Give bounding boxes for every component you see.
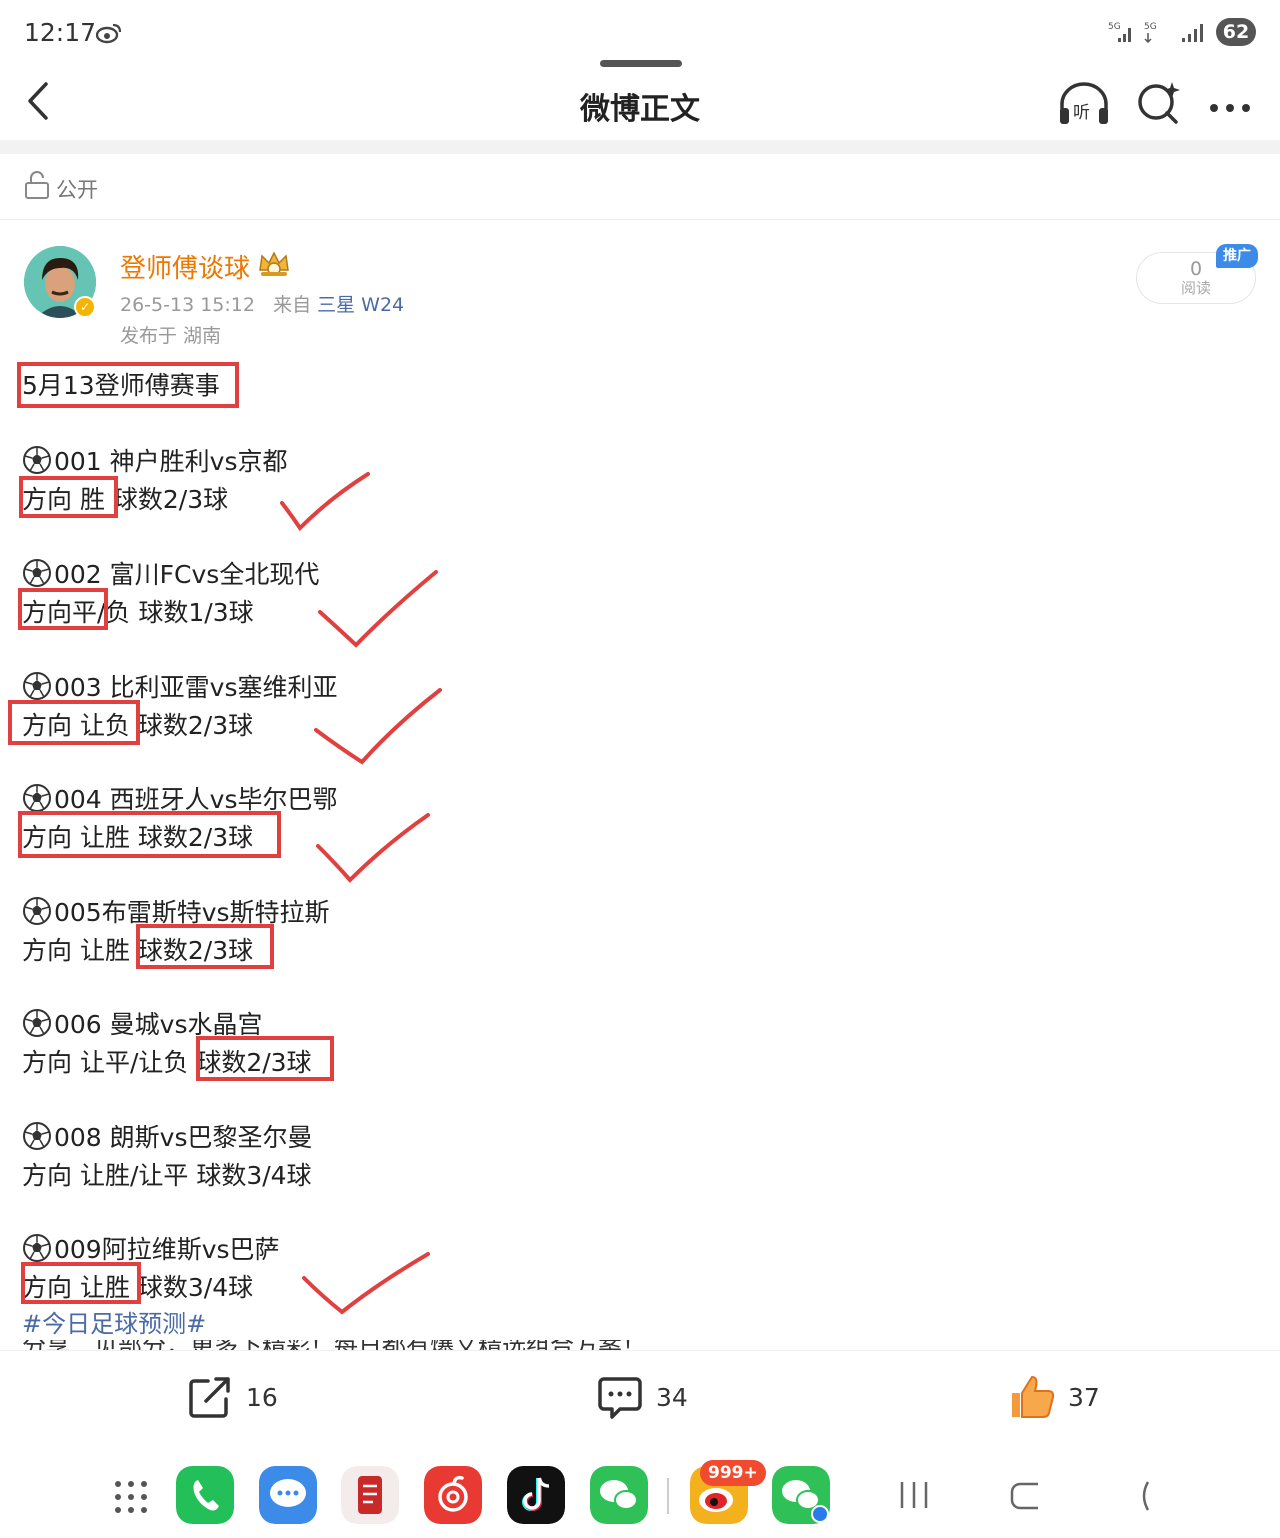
highlight-box	[17, 362, 239, 408]
highlight-box	[18, 811, 281, 858]
check-mark	[318, 570, 438, 648]
match-line: 002 富川FCvs全北现代	[22, 555, 319, 591]
read-label: 阅读	[1180, 279, 1211, 297]
highlight-box	[19, 476, 118, 518]
highlight-box	[18, 588, 108, 630]
post-timestamp: 26-5-13 15:12	[120, 294, 255, 316]
like-count: 37	[1068, 1382, 1100, 1412]
dock-divider	[667, 1478, 669, 1514]
listen-headphones-icon[interactable]: 听	[1056, 78, 1112, 128]
match-line: 009阿拉维斯vs巴萨	[22, 1230, 280, 1266]
match-line: 008 朗斯vs巴黎圣尔曼	[22, 1118, 313, 1154]
recent-apps-icon[interactable]	[898, 1480, 930, 1510]
check-mark	[302, 1252, 430, 1315]
back-nav-icon[interactable]	[1130, 1478, 1160, 1514]
phone-app-icon[interactable]	[176, 1466, 234, 1524]
search-icon[interactable]	[1132, 78, 1188, 128]
svg-text:5G: 5G	[1144, 22, 1157, 32]
drag-handle[interactable]	[600, 60, 682, 67]
post-meta: 26-5-13 15:12 来自 三星 W24	[120, 290, 404, 317]
soccer-ball-icon	[22, 558, 52, 588]
comment-icon	[598, 1377, 642, 1419]
visibility-label: 公开	[56, 178, 98, 202]
soccer-ball-icon	[22, 896, 52, 926]
section-divider	[0, 140, 1280, 154]
highlight-box	[8, 700, 140, 745]
match-line: 003 比利亚雷vs塞维利亚	[22, 668, 338, 704]
svg-text:听: 听	[1073, 103, 1090, 123]
more-menu-icon[interactable]	[1204, 78, 1260, 128]
soccer-ball-icon	[22, 1121, 52, 1151]
highlight-box	[21, 1262, 141, 1304]
signal-bars-icon	[1182, 24, 1203, 42]
weibo-notification-badge: 999+	[700, 1460, 766, 1486]
messages-app-icon[interactable]	[259, 1466, 317, 1524]
post-location: 发布于 湖南	[120, 325, 222, 347]
music-app-icon[interactable]	[424, 1466, 482, 1524]
unlock-icon	[25, 171, 49, 199]
app-drawer-icon[interactable]	[114, 1480, 148, 1514]
soccer-ball-icon	[22, 1008, 52, 1038]
repost-icon	[189, 1377, 230, 1418]
soccer-ball-icon	[22, 783, 52, 813]
truncated-text: 分享二见部分，更多下精彩！每日都有爆文精选组合方案！	[22, 1340, 1022, 1350]
action-bar: 16 34 37	[0, 1350, 1280, 1450]
signal-5g-icon-2: 5G	[1144, 22, 1157, 44]
match-line: 001 神户胜利vs京都	[22, 442, 288, 478]
vip-crown-icon[interactable]	[256, 248, 292, 280]
repost-count: 16	[246, 1382, 278, 1412]
wechat-app-icon[interactable]	[590, 1466, 648, 1524]
verified-badge-icon: ✓	[74, 296, 96, 318]
repost-button[interactable]: 16	[186, 1373, 278, 1421]
tiktok-app-icon[interactable]	[507, 1466, 565, 1524]
promote-tag[interactable]: 推广	[1216, 244, 1258, 268]
thumbs-up-icon	[1012, 1375, 1055, 1418]
pick-line: 方向 让胜/让平 球数3/4球	[22, 1161, 312, 1190]
svg-text:5G: 5G	[1108, 22, 1121, 32]
highlight-box	[196, 1036, 334, 1081]
status-time: 12:17	[24, 18, 97, 47]
check-mark	[280, 472, 370, 532]
author-name[interactable]: 登师傅谈球	[120, 248, 250, 285]
weibo-status-icon	[96, 23, 122, 44]
like-button[interactable]: 37	[1008, 1373, 1100, 1421]
wechat-clone-app-icon[interactable]	[772, 1466, 830, 1524]
post-device[interactable]: 三星 W24	[317, 294, 404, 316]
soccer-ball-icon	[22, 671, 52, 701]
hashtag-link[interactable]: #今日足球预测#	[22, 1304, 206, 1339]
visibility-row: 公开	[0, 154, 1280, 220]
comment-button[interactable]: 34	[596, 1373, 688, 1421]
signal-5g-icon: 5G	[1108, 22, 1131, 42]
source-prefix: 来自	[273, 294, 312, 316]
news-app-icon[interactable]	[341, 1466, 399, 1524]
soccer-ball-icon	[22, 445, 52, 475]
comment-count: 34	[656, 1382, 688, 1412]
home-icon[interactable]	[1008, 1480, 1048, 1512]
nav-bar: 微博正文 听	[0, 70, 1280, 140]
status-bar: 12:17 5G 5G 62	[0, 0, 1280, 62]
battery-indicator: 62	[1216, 18, 1256, 46]
system-dock	[0, 1450, 1280, 1538]
highlight-box	[136, 924, 274, 969]
soccer-ball-icon	[22, 1233, 52, 1263]
check-mark	[316, 813, 430, 883]
